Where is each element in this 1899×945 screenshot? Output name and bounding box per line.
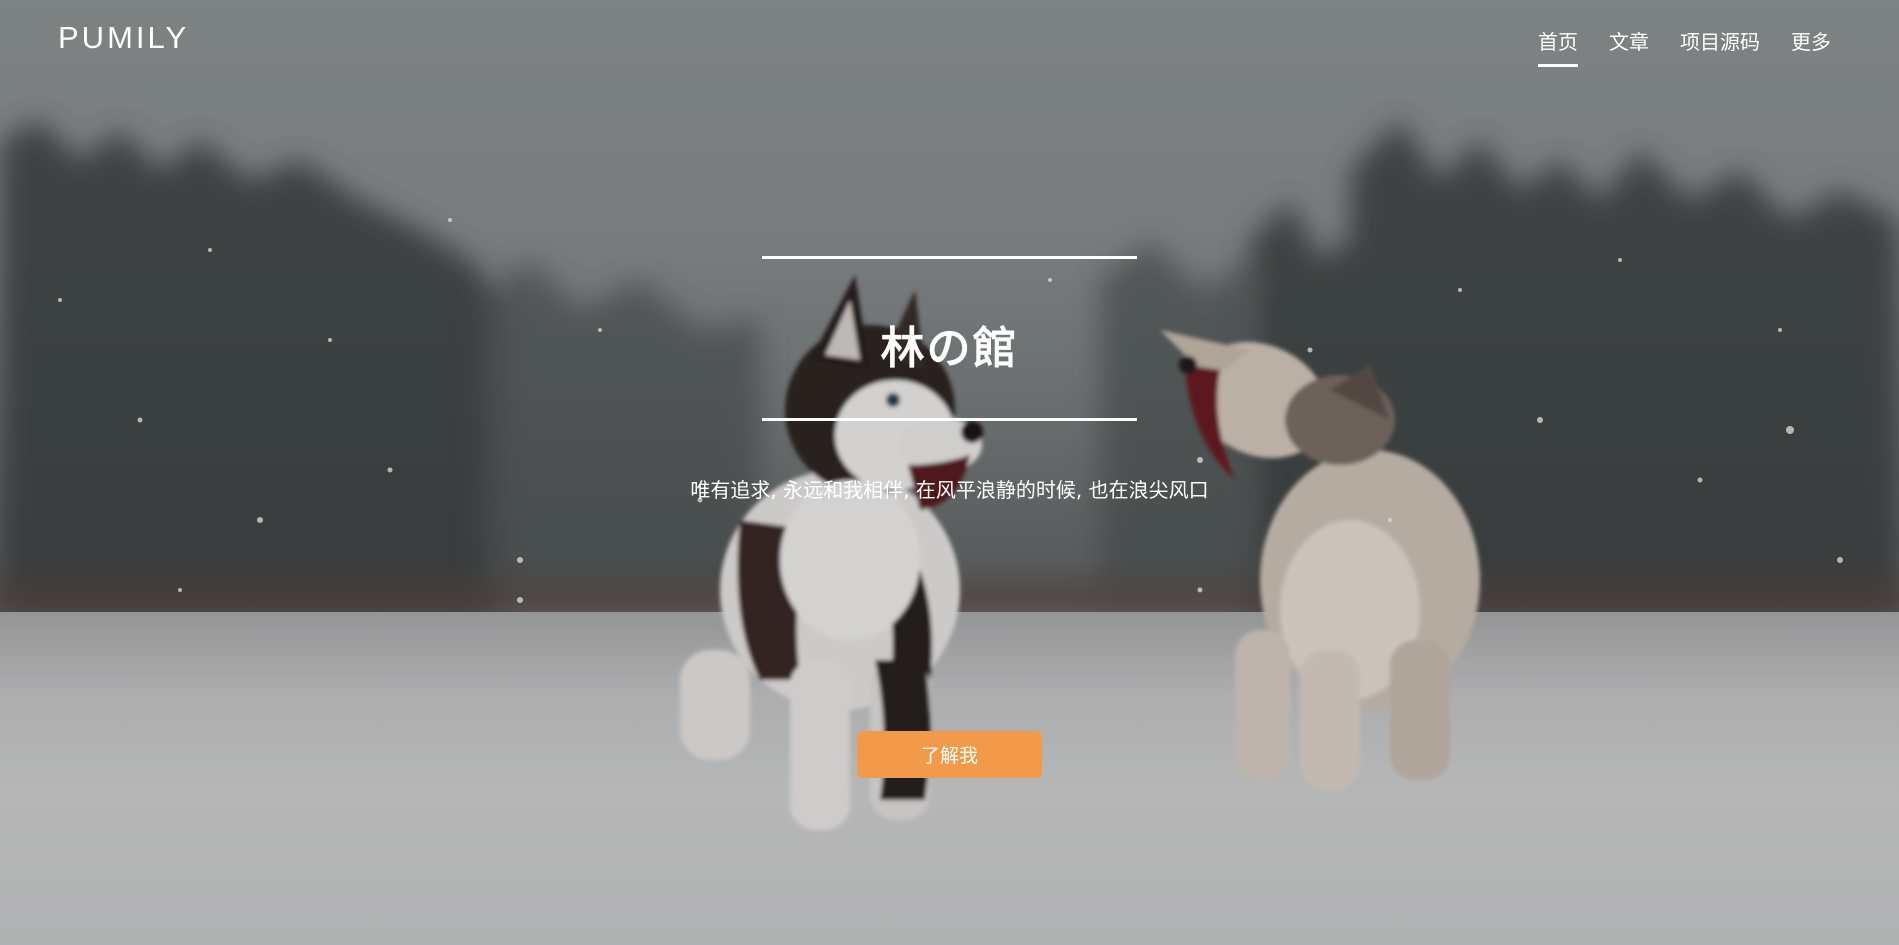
title-divider-top <box>762 256 1137 259</box>
hero-content: 林の館 唯有追求, 永远和我相伴, 在风平浪静的时候, 也在浪尖风口 了解我 <box>0 0 1899 945</box>
hero-title: 林の館 <box>880 323 1019 374</box>
about-me-button[interactable]: 了解我 <box>857 731 1042 778</box>
hero-subtitle: 唯有追求, 永远和我相伴, 在风平浪静的时候, 也在浪尖风口 <box>690 478 1209 502</box>
title-divider-bottom <box>762 418 1137 421</box>
hero-section: PUMILY 首页 文章 项目源码 更多 林の館 唯有追求, 永远和我相伴, 在… <box>0 0 1899 945</box>
